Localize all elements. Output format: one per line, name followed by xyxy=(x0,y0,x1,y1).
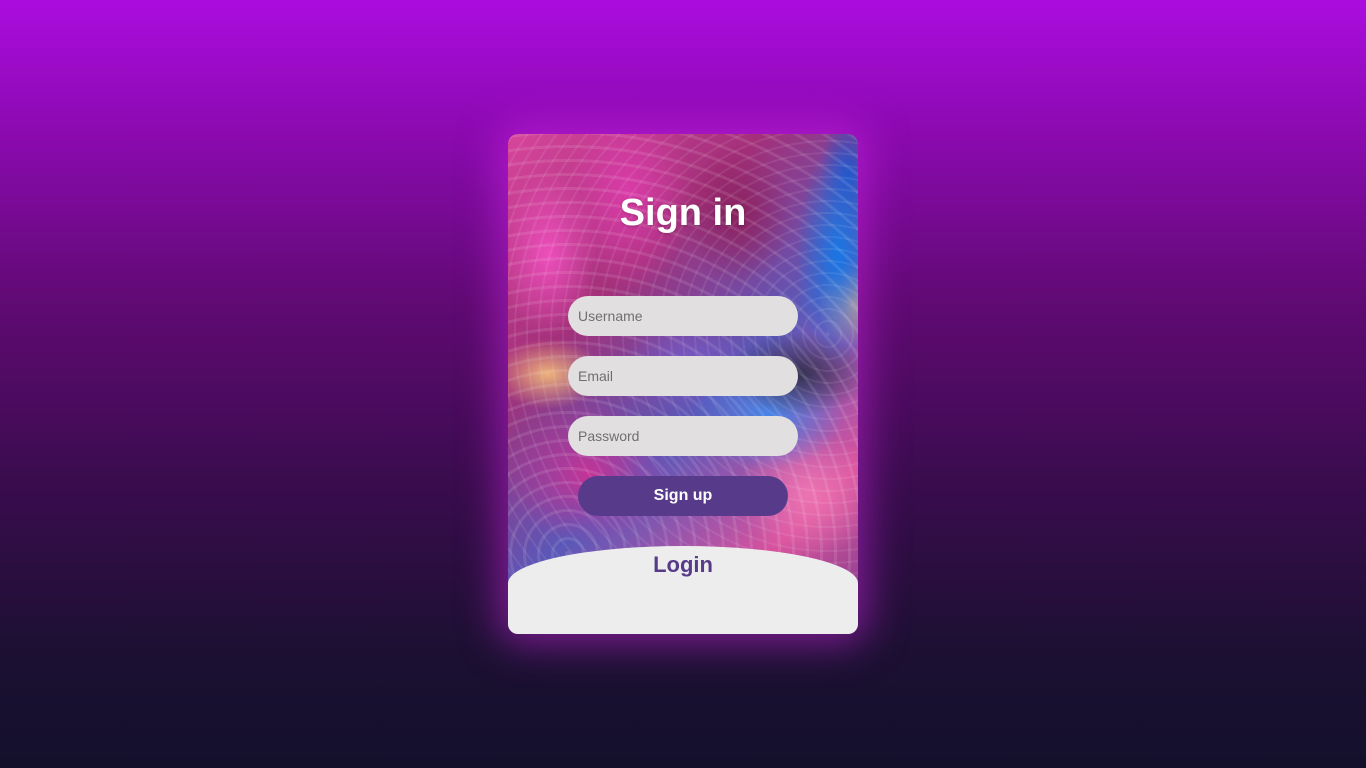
password-input[interactable] xyxy=(568,416,798,456)
page-title: Sign in xyxy=(619,192,747,234)
login-toggle[interactable]: Login xyxy=(508,552,858,578)
email-input[interactable] xyxy=(568,356,798,396)
signin-card: Sign in Sign up Login xyxy=(508,134,858,634)
username-input[interactable] xyxy=(568,296,798,336)
signup-button[interactable]: Sign up xyxy=(578,476,788,516)
